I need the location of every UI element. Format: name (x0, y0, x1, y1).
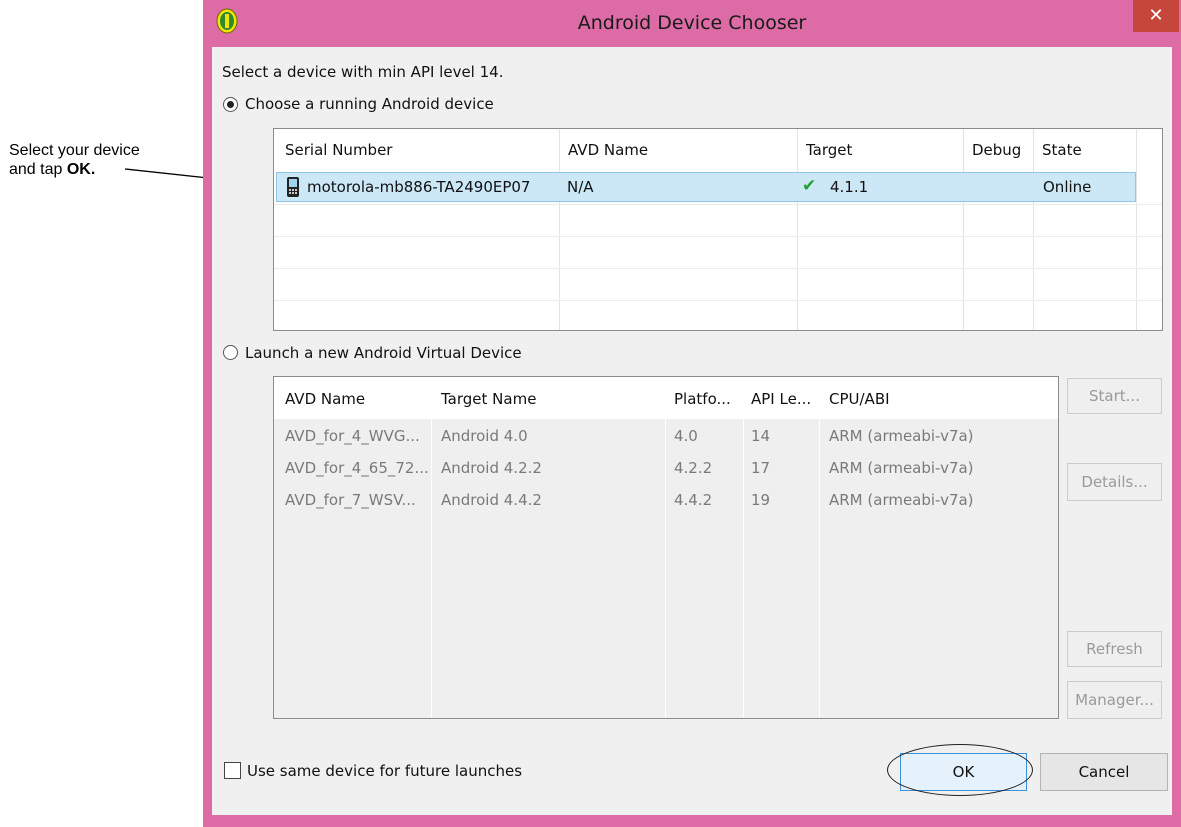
running-devices-table[interactable]: Serial Number AVD Name Target Debug Stat… (273, 128, 1163, 331)
avd-name-cell: AVD_for_4_65_72... (285, 459, 429, 477)
ok-button[interactable]: OK (900, 753, 1027, 791)
column-header-avd-name[interactable]: AVD Name (285, 390, 365, 408)
close-button[interactable]: ✕ (1133, 0, 1179, 32)
column-header-cpu-abi[interactable]: CPU/ABI (829, 390, 890, 408)
launch-virtual-device-label[interactable]: Launch a new Android Virtual Device (245, 344, 522, 362)
window-title: Android Device Chooser (577, 12, 807, 34)
column-divider (665, 377, 666, 718)
target-name-cell: Android 4.4.2 (441, 491, 542, 509)
api-level-cell: 19 (751, 491, 771, 509)
column-header-avd-name[interactable]: AVD Name (568, 141, 648, 159)
column-divider (819, 377, 820, 718)
table-row-selected[interactable]: motorola-mb886-TA2490EP07 N/A ✔ 4.1.1 On… (276, 172, 1136, 202)
cpu-abi-cell: ARM (armeabi-v7a) (829, 491, 974, 509)
choose-running-device-radio[interactable] (223, 97, 238, 112)
android-device-chooser-window: Android Device Chooser ✕ Select a device… (203, 0, 1181, 827)
column-header-platform[interactable]: Platfo... (674, 390, 731, 408)
column-header-api-level[interactable]: API Le... (751, 390, 811, 408)
api-level-cell: 14 (751, 427, 771, 445)
device-target: 4.1.1 (830, 178, 869, 196)
launch-virtual-device-radio[interactable] (223, 345, 238, 360)
min-api-prompt: Select a device with min API level 14. (222, 63, 504, 81)
platform-cell: 4.0 (674, 427, 698, 445)
virtual-table-header (274, 377, 1058, 419)
checkmark-icon: ✔ (802, 176, 817, 196)
choose-running-device-label[interactable]: Choose a running Android device (245, 95, 494, 113)
column-header-target[interactable]: Target (806, 141, 852, 159)
avd-name-cell: AVD_for_7_WSV... (285, 491, 416, 509)
virtual-devices-table[interactable]: AVD Name Target Name Platfo... API Le...… (273, 376, 1059, 719)
device-state: Online (1043, 178, 1092, 196)
manager-button[interactable]: Manager... (1067, 681, 1162, 719)
row-divider (274, 268, 1162, 269)
avd-name-cell: AVD_for_4_WVG... (285, 427, 420, 445)
row-divider (274, 204, 1162, 205)
details-button[interactable]: Details... (1067, 463, 1162, 501)
row-divider (274, 300, 1162, 301)
api-level-cell: 17 (751, 459, 771, 477)
device-serial: motorola-mb886-TA2490EP07 (307, 178, 531, 196)
dialog-client-area: Select a device with min API level 14. C… (212, 47, 1172, 815)
start-button[interactable]: Start... (1067, 378, 1162, 414)
cpu-abi-cell: ARM (armeabi-v7a) (829, 427, 974, 445)
column-header-state[interactable]: State (1042, 141, 1082, 159)
phone-icon (287, 177, 299, 197)
close-icon: ✕ (1148, 5, 1164, 25)
device-avd-name: N/A (567, 178, 594, 196)
cpu-abi-cell: ARM (armeabi-v7a) (829, 459, 974, 477)
column-divider (431, 377, 432, 718)
cancel-button[interactable]: Cancel (1040, 753, 1168, 791)
row-divider (274, 236, 1162, 237)
use-same-device-label[interactable]: Use same device for future launches (247, 762, 522, 780)
column-header-target-name[interactable]: Target Name (441, 390, 536, 408)
platform-cell: 4.4.2 (674, 491, 713, 509)
column-header-serial-number[interactable]: Serial Number (285, 141, 392, 159)
column-divider (743, 377, 744, 718)
platform-cell: 4.2.2 (674, 459, 713, 477)
refresh-button[interactable]: Refresh (1067, 631, 1162, 667)
use-same-device-checkbox[interactable] (224, 762, 241, 779)
target-name-cell: Android 4.2.2 (441, 459, 542, 477)
title-bar: Android Device Chooser ✕ (203, 0, 1181, 46)
column-header-debug[interactable]: Debug (972, 141, 1021, 159)
target-name-cell: Android 4.0 (441, 427, 528, 445)
